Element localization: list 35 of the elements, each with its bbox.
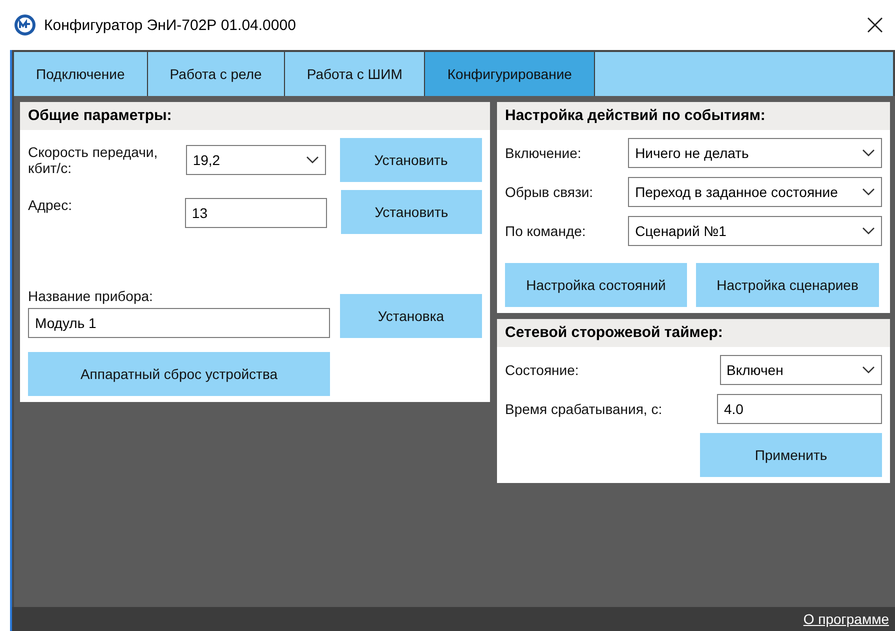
- reset-button[interactable]: Аппаратный сброс устройства: [28, 352, 330, 396]
- dropdown[interactable]: Переход в заданное состояние: [628, 177, 882, 207]
- field-label: Скорость передачи, кбит/с:: [28, 144, 159, 176]
- settings-button[interactable]: Настройка сценариев: [696, 263, 879, 307]
- input-field[interactable]: 13: [184, 198, 327, 228]
- panel-title: Сетевой сторожевой таймер:: [497, 319, 890, 347]
- field-label: Состояние:: [505, 362, 580, 378]
- set-button[interactable]: Установка: [340, 294, 482, 338]
- chevron-down-icon: [862, 149, 875, 157]
- chevron-down-icon: [862, 366, 875, 374]
- dropdown[interactable]: Сценарий №1: [628, 216, 882, 246]
- window-title: Конфигуратор ЭнИ-702Р 01.04.0000: [44, 16, 297, 34]
- set-button[interactable]: Установить: [340, 190, 482, 234]
- settings-button[interactable]: Настройка состояний: [505, 263, 687, 307]
- input-field[interactable]: 4.0: [717, 394, 882, 424]
- field-label: Время срабатывания, с:: [505, 401, 664, 417]
- set-button[interactable]: Установить: [340, 138, 482, 182]
- panel-title: Настройка действий по событиям:: [497, 102, 890, 130]
- panel-title: Общие параметры:: [20, 102, 490, 130]
- field-label: Включение:: [505, 145, 582, 161]
- chevron-down-icon: [862, 227, 875, 235]
- app-logo-icon: [14, 14, 36, 36]
- field-label: Название прибора:: [28, 288, 154, 304]
- field-label: По команде:: [505, 223, 587, 239]
- about-link[interactable]: О программе: [803, 611, 889, 627]
- chevron-down-icon: [306, 156, 320, 164]
- input-field[interactable]: Модуль 1: [28, 308, 330, 338]
- field-label: Адрес:: [28, 197, 73, 213]
- dropdown[interactable]: 19,2: [186, 145, 326, 175]
- dropdown[interactable]: Включен: [720, 355, 882, 385]
- chevron-down-icon: [862, 188, 875, 196]
- apply-button[interactable]: Применить: [700, 433, 882, 477]
- tab[interactable]: Конфигурирование: [425, 52, 595, 96]
- field-label: Обрыв связи:: [505, 184, 594, 200]
- dropdown[interactable]: Ничего не делать: [628, 138, 882, 168]
